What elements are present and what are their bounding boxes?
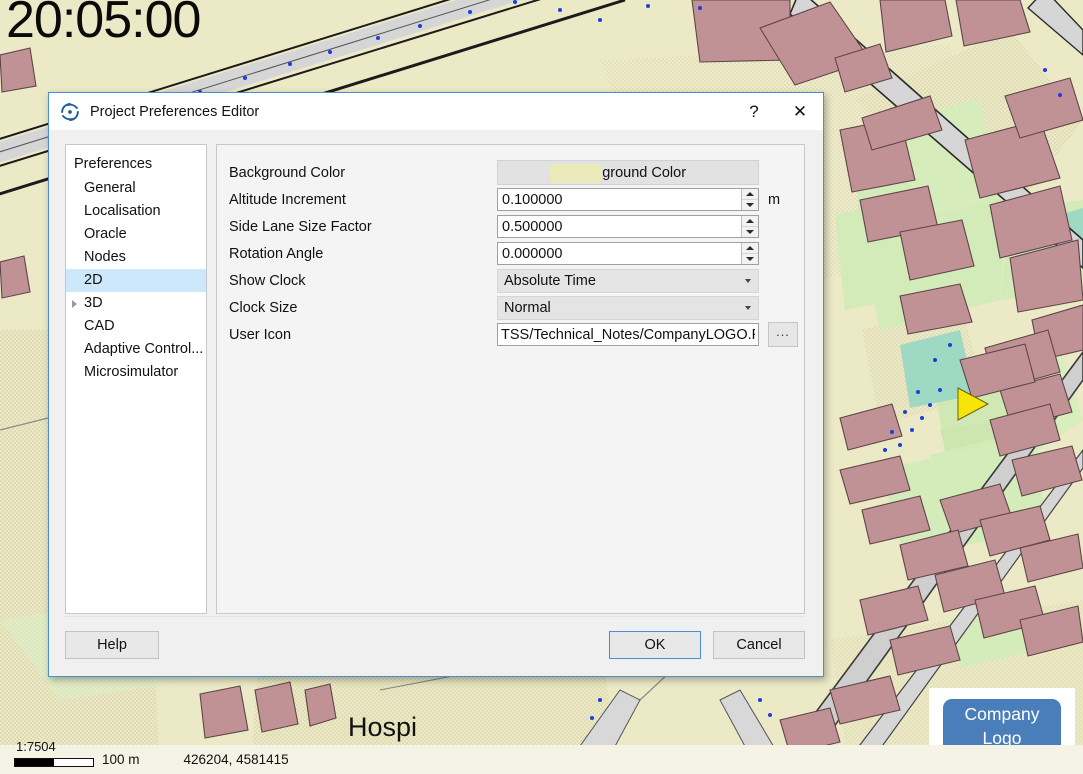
field-row-clock-size: Clock Size Normal bbox=[229, 294, 790, 321]
footer-separator bbox=[65, 616, 805, 617]
spin-down-icon[interactable] bbox=[742, 253, 758, 264]
color-swatch bbox=[550, 164, 602, 183]
spin-buttons[interactable] bbox=[741, 216, 758, 237]
show-clock-combobox[interactable]: Absolute Time bbox=[497, 268, 759, 293]
dialog-title-text: Project Preferences Editor bbox=[90, 103, 260, 120]
tree-item-label: Microsimulator bbox=[84, 364, 179, 380]
field-row-user-icon: User Icon ... bbox=[229, 321, 798, 348]
tree-item-label: Localisation bbox=[84, 203, 161, 219]
altitude-increment-input[interactable] bbox=[498, 189, 741, 210]
project-preferences-dialog: Project Preferences Editor ? ✕ Preferenc… bbox=[48, 92, 824, 677]
side-lane-size-factor-spinbox[interactable] bbox=[497, 215, 759, 238]
spin-down-icon[interactable] bbox=[742, 226, 758, 237]
label-rotation-angle: Rotation Angle bbox=[229, 245, 324, 262]
spin-up-icon[interactable] bbox=[742, 189, 758, 199]
help-button[interactable]: Help bbox=[65, 631, 159, 659]
tree-root-label: Preferences bbox=[74, 156, 153, 172]
field-row-show-clock: Show Clock Absolute Time bbox=[229, 267, 790, 294]
ok-button[interactable]: OK bbox=[609, 631, 701, 659]
tree-item-nodes[interactable]: Nodes bbox=[66, 246, 206, 269]
dialog-body: Preferences General Localisation Oracle … bbox=[49, 130, 823, 614]
label-clock-size: Clock Size bbox=[229, 299, 298, 316]
altitude-increment-unit: m bbox=[768, 191, 781, 208]
simulation-clock: 20:05:00 bbox=[6, 0, 201, 49]
coordinate-readout: 426204, 4581415 bbox=[183, 752, 289, 767]
tree-item-adaptive-control[interactable]: Adaptive Control... bbox=[66, 338, 206, 361]
help-icon[interactable]: ? bbox=[731, 93, 777, 130]
scale-bar-graphic bbox=[14, 758, 94, 767]
rotation-angle-input[interactable] bbox=[498, 243, 741, 264]
settings-pane: Background Color Background Color Altitu… bbox=[216, 144, 805, 614]
tree-item-2d[interactable]: 2D bbox=[66, 269, 206, 292]
tree-item-label: 3D bbox=[84, 295, 103, 311]
status-bar: 1:7504 100 m 426204, 4581415 bbox=[0, 739, 1083, 774]
control-show-clock: Absolute Time bbox=[497, 268, 790, 293]
field-row-background-color: Background Color Background Color bbox=[229, 159, 790, 186]
aimsun-swirl-icon bbox=[61, 102, 79, 121]
close-icon[interactable]: ✕ bbox=[777, 93, 823, 130]
label-side-lane-size-factor: Side Lane Size Factor bbox=[229, 218, 372, 235]
field-row-side-lane-size-factor: Side Lane Size Factor bbox=[229, 213, 790, 240]
control-rotation-angle bbox=[497, 242, 790, 265]
clock-size-value: Normal bbox=[504, 299, 551, 316]
tree-item-3d[interactable]: 3D bbox=[66, 292, 206, 315]
control-side-lane-size-factor bbox=[497, 215, 790, 238]
label-background-color: Background Color bbox=[229, 164, 346, 181]
tree-item-label: 2D bbox=[84, 272, 103, 288]
spin-buttons[interactable] bbox=[741, 243, 758, 264]
tree-item-label: Adaptive Control... bbox=[84, 341, 204, 357]
control-clock-size: Normal bbox=[497, 295, 790, 320]
show-clock-value: Absolute Time bbox=[504, 272, 596, 289]
field-row-rotation-angle: Rotation Angle bbox=[229, 240, 790, 267]
user-icon-browse-button[interactable]: ... bbox=[768, 322, 798, 347]
chevron-right-icon[interactable] bbox=[72, 299, 77, 308]
tree-item-localisation[interactable]: Localisation bbox=[66, 200, 206, 223]
control-background-color: Background Color bbox=[497, 160, 790, 185]
control-user-icon: ... bbox=[497, 322, 798, 347]
map-scale-widget: 1:7504 bbox=[10, 739, 110, 774]
spin-up-icon[interactable] bbox=[742, 216, 758, 226]
spin-down-icon[interactable] bbox=[742, 199, 758, 210]
side-lane-size-factor-input[interactable] bbox=[498, 216, 741, 237]
rotation-angle-spinbox[interactable] bbox=[497, 242, 759, 265]
label-altitude-increment: Altitude Increment bbox=[229, 191, 346, 208]
tree-item-microsimulator[interactable]: Microsimulator bbox=[66, 361, 206, 384]
spin-buttons[interactable] bbox=[741, 189, 758, 210]
scale-ratio-label: 1:7504 bbox=[16, 739, 56, 754]
dialog-footer: Help OK Cancel bbox=[49, 614, 823, 676]
user-icon-path-input[interactable] bbox=[497, 323, 759, 346]
logo-line-1: Company bbox=[964, 703, 1040, 724]
dialog-title-bar[interactable]: Project Preferences Editor ? ✕ bbox=[49, 93, 823, 130]
map-district-label: Hospi bbox=[348, 712, 418, 742]
cancel-button[interactable]: Cancel bbox=[713, 631, 805, 659]
tree-item-label: General bbox=[84, 180, 136, 196]
preferences-tree[interactable]: Preferences General Localisation Oracle … bbox=[65, 144, 207, 614]
background-color-button[interactable]: Background Color bbox=[497, 160, 759, 185]
label-user-icon: User Icon bbox=[229, 326, 292, 343]
label-show-clock: Show Clock bbox=[229, 272, 306, 289]
tree-item-label: Oracle bbox=[84, 226, 127, 242]
tree-item-cad[interactable]: CAD bbox=[66, 315, 206, 338]
tree-item-label: CAD bbox=[84, 318, 115, 334]
tree-item-label: Nodes bbox=[84, 249, 126, 265]
chevron-down-icon bbox=[745, 305, 751, 310]
field-row-altitude-increment: Altitude Increment m bbox=[229, 186, 790, 213]
altitude-increment-spinbox[interactable] bbox=[497, 188, 759, 211]
tree-item-oracle[interactable]: Oracle bbox=[66, 223, 206, 246]
chevron-down-icon bbox=[745, 278, 751, 283]
application-window: 20:05:00 Hospi Company Logo 1:7504 100 m… bbox=[0, 0, 1083, 774]
spin-up-icon[interactable] bbox=[742, 243, 758, 253]
tree-item-general[interactable]: General bbox=[66, 177, 206, 200]
clock-size-combobox[interactable]: Normal bbox=[497, 295, 759, 320]
control-altitude-increment: m bbox=[497, 188, 790, 211]
